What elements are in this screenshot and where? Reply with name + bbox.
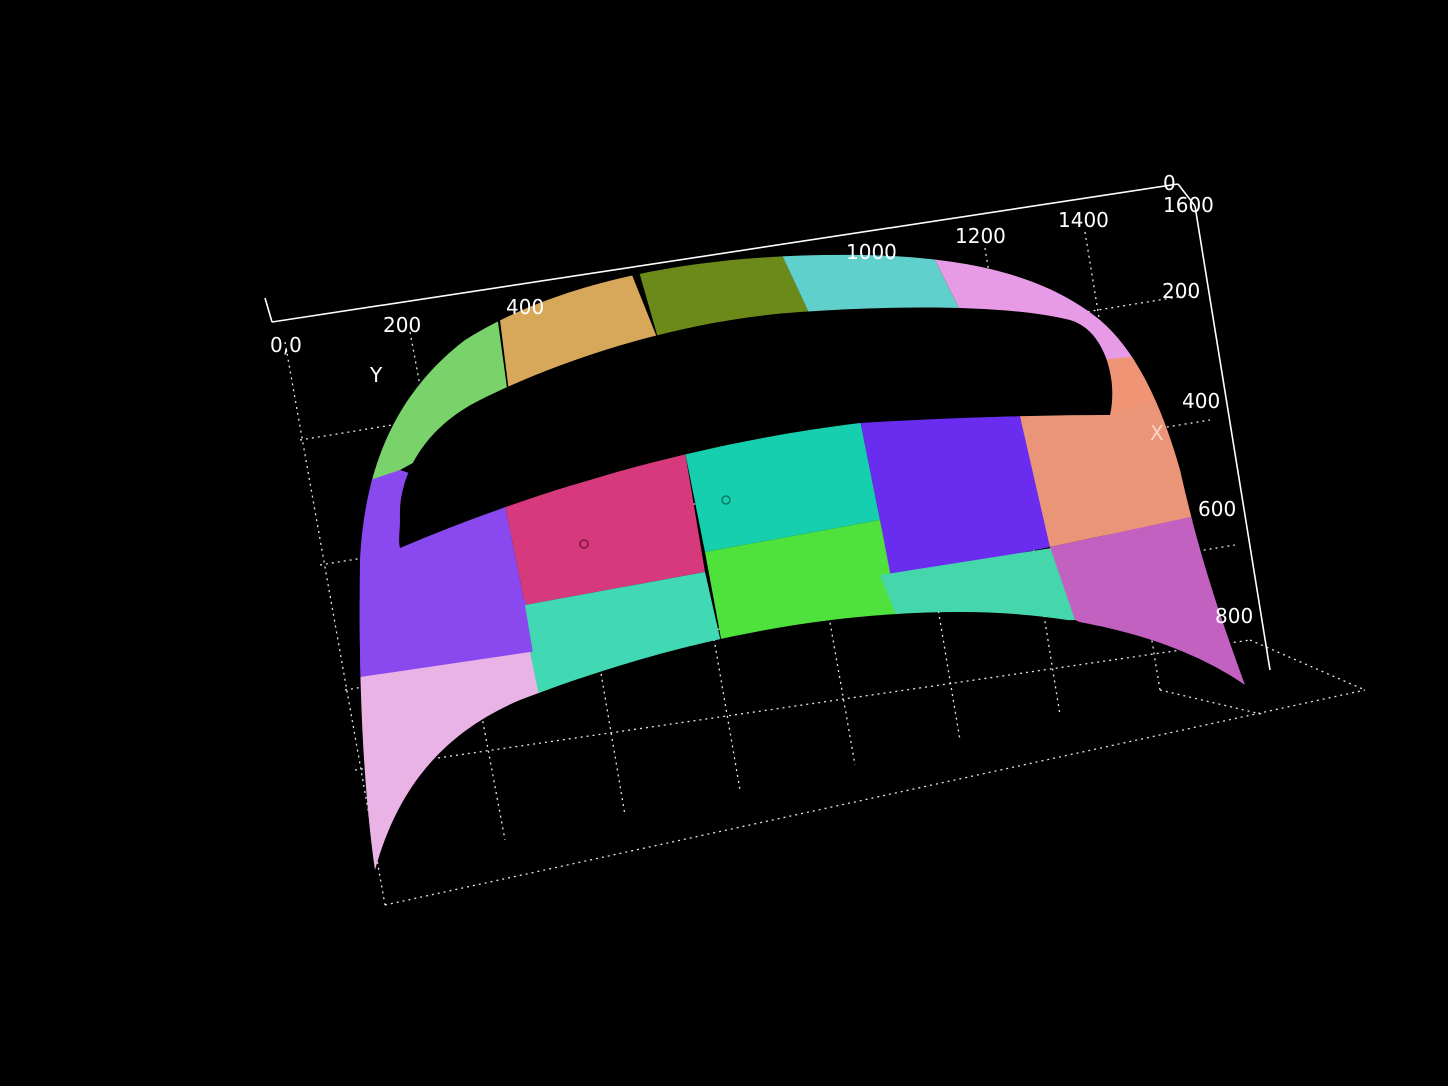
top-right-tick-0: 0 (1163, 171, 1176, 195)
top-tick-400: 400 (506, 295, 544, 319)
3d-surface-view[interactable]: 0,0 Y X 200 400 1000 1200 1400 1600 0 20… (0, 0, 1448, 1086)
left-corner-edge (264, 297, 273, 323)
patch-bottom-1 (359, 652, 548, 870)
right-tick-800: 800 (1215, 604, 1253, 628)
right-tick-200: 200 (1162, 279, 1200, 303)
top-tick-1200: 1200 (955, 224, 1006, 248)
right-tick-600: 600 (1198, 497, 1236, 521)
top-tick-1400: 1400 (1058, 208, 1109, 232)
origin-label: 0,0 (270, 333, 302, 357)
top-tick-1600: 1600 (1163, 193, 1214, 217)
x-axis-label: X (1150, 421, 1164, 445)
top-tick-200: 200 (383, 313, 421, 337)
y-axis-label: Y (369, 363, 383, 387)
top-tick-1000: 1000 (846, 240, 897, 264)
right-tick-400: 400 (1182, 389, 1220, 413)
